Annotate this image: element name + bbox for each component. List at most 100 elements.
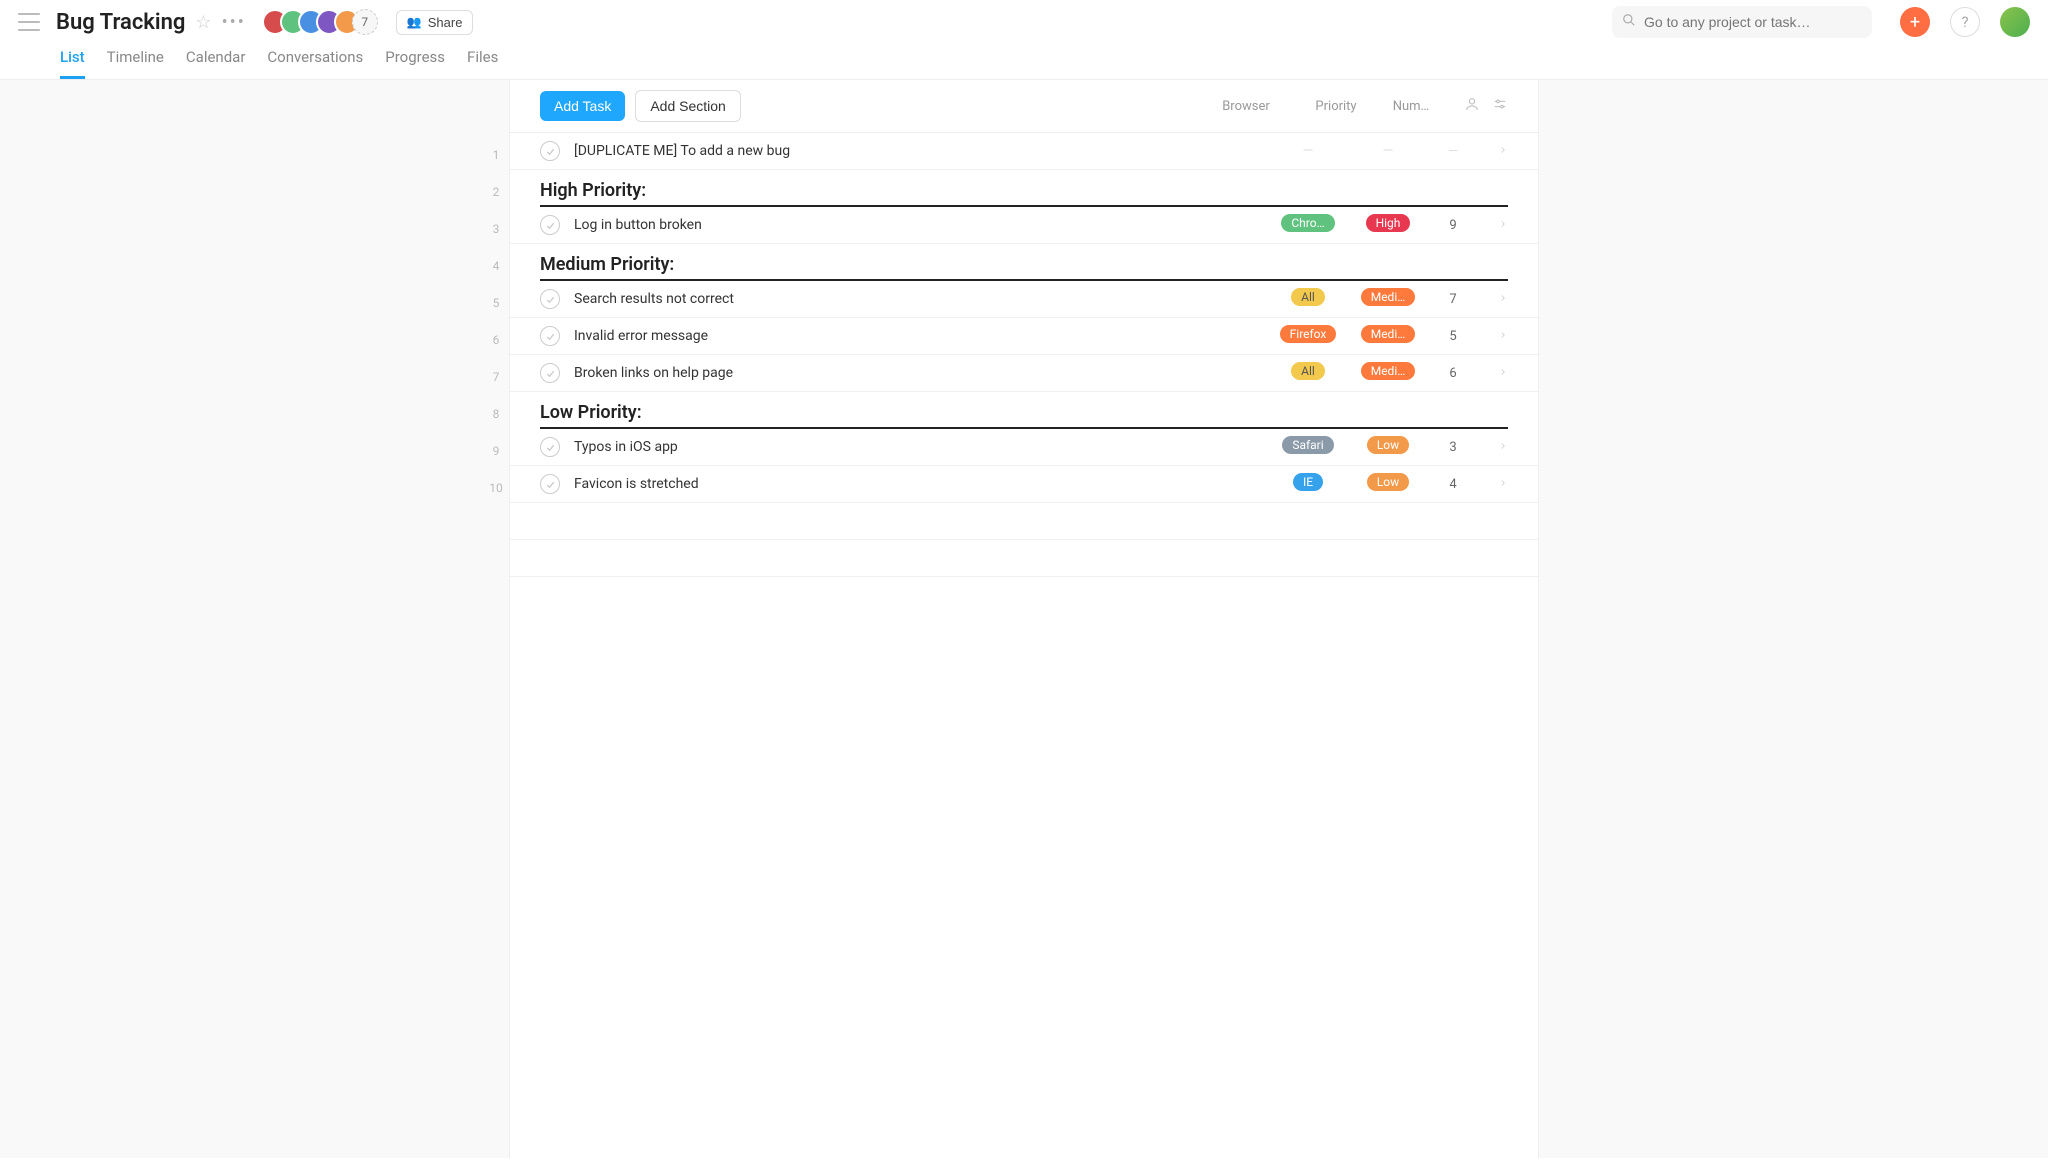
cell-browser[interactable]: All	[1268, 362, 1348, 384]
empty-row[interactable]	[510, 540, 1538, 577]
column-header-priority[interactable]: Priority	[1296, 99, 1376, 114]
cell-priority[interactable]: High	[1348, 214, 1428, 236]
tab-conversations[interactable]: Conversations	[267, 48, 363, 79]
cell-number[interactable]: 4	[1428, 477, 1478, 492]
priority-pill: Low	[1367, 436, 1409, 454]
member-avatars[interactable]: 7	[262, 9, 378, 35]
cell-priority[interactable]: Medi…	[1348, 325, 1428, 347]
empty-value: —	[1303, 143, 1314, 159]
current-user-avatar[interactable]	[2000, 7, 2030, 37]
cell-browser[interactable]: IE	[1268, 473, 1348, 495]
open-task-details-icon[interactable]	[1478, 365, 1508, 381]
open-task-details-icon[interactable]	[1478, 217, 1508, 233]
help-button[interactable]: ?	[1950, 7, 1980, 37]
section-title[interactable]: Medium Priority:	[540, 254, 1508, 281]
complete-task-checkbox[interactable]	[540, 437, 560, 457]
tab-list[interactable]: List	[60, 48, 85, 79]
task-row[interactable]: Invalid error messageFirefox Medi… 5	[510, 318, 1538, 355]
task-row[interactable]: Log in button broken Chro… High9	[510, 207, 1538, 244]
task-name[interactable]: [DUPLICATE ME] To add a new bug	[574, 143, 1268, 159]
cell-priority[interactable]: Medi…	[1348, 288, 1428, 310]
member-overflow-count[interactable]: 7	[352, 9, 378, 35]
section-row: Medium Priority:	[510, 244, 1538, 281]
filter-settings-icon[interactable]	[1492, 96, 1508, 116]
tab-calendar[interactable]: Calendar	[186, 48, 246, 79]
row-number-gutter: 12345678910	[482, 136, 510, 506]
empty-value: —	[1448, 144, 1458, 159]
cell-number[interactable]: 7	[1428, 292, 1478, 307]
task-row[interactable]: Broken links on help page All Medi… 6	[510, 355, 1538, 392]
open-task-details-icon[interactable]	[1478, 291, 1508, 307]
column-header-browser[interactable]: Browser	[1206, 99, 1286, 114]
star-icon[interactable]: ☆	[195, 12, 211, 33]
tab-timeline[interactable]: Timeline	[107, 48, 164, 79]
people-icon: 👥	[407, 15, 422, 29]
complete-task-checkbox[interactable]	[540, 215, 560, 235]
task-name[interactable]: Favicon is stretched	[574, 476, 1268, 492]
task-row[interactable]: [DUPLICATE ME] To add a new bug — — —	[510, 133, 1538, 170]
add-task-button[interactable]: Add Task	[540, 91, 625, 121]
open-task-details-icon[interactable]	[1478, 143, 1508, 159]
cell-browser[interactable]: Safari	[1268, 436, 1348, 458]
task-name[interactable]: Broken links on help page	[574, 365, 1268, 381]
browser-pill: IE	[1293, 473, 1323, 491]
task-name[interactable]: Invalid error message	[574, 328, 1268, 344]
cell-number[interactable]: —	[1428, 144, 1478, 159]
row-number: 6	[482, 321, 510, 358]
task-row[interactable]: Typos in iOS appSafari Low 3	[510, 429, 1538, 466]
row-number: 7	[482, 358, 510, 395]
column-header-number[interactable]: Num…	[1386, 99, 1436, 114]
cell-priority[interactable]: —	[1348, 143, 1428, 159]
complete-task-checkbox[interactable]	[540, 141, 560, 161]
priority-pill: Medi…	[1361, 325, 1416, 343]
cell-browser[interactable]: All	[1268, 288, 1348, 310]
browser-pill: Chro…	[1281, 214, 1334, 232]
task-name[interactable]: Search results not correct	[574, 291, 1268, 307]
section-title[interactable]: Low Priority:	[540, 402, 1508, 429]
cell-number[interactable]: 5	[1428, 329, 1478, 344]
cell-priority[interactable]: Low	[1348, 436, 1428, 458]
add-section-button[interactable]: Add Section	[635, 90, 741, 122]
browser-pill: All	[1291, 288, 1325, 306]
task-name[interactable]: Log in button broken	[574, 217, 1268, 233]
row-number: 10	[482, 469, 510, 506]
complete-task-checkbox[interactable]	[540, 363, 560, 383]
section-row: High Priority:	[510, 170, 1538, 207]
priority-pill: Medi…	[1361, 288, 1416, 306]
search-icon	[1622, 13, 1636, 31]
person-filter-icon[interactable]	[1464, 96, 1480, 116]
tab-progress[interactable]: Progress	[385, 48, 445, 79]
hamburger-menu-icon[interactable]	[18, 13, 40, 31]
search-input[interactable]	[1612, 6, 1872, 38]
empty-row[interactable]	[510, 503, 1538, 540]
cell-number[interactable]: 6	[1428, 366, 1478, 381]
row-number: 3	[482, 210, 510, 247]
task-row[interactable]: Favicon is stretched IE Low4	[510, 466, 1538, 503]
task-name[interactable]: Typos in iOS app	[574, 439, 1268, 455]
section-row: Low Priority:	[510, 392, 1538, 429]
task-row[interactable]: Search results not correct All Medi… 7	[510, 281, 1538, 318]
cell-number[interactable]: 3	[1428, 440, 1478, 455]
complete-task-checkbox[interactable]	[540, 326, 560, 346]
row-number: 1	[482, 136, 510, 173]
open-task-details-icon[interactable]	[1478, 328, 1508, 344]
tab-files[interactable]: Files	[467, 48, 498, 79]
cell-number[interactable]: 9	[1428, 218, 1478, 233]
more-actions-icon[interactable]: •••	[222, 12, 246, 33]
open-task-details-icon[interactable]	[1478, 476, 1508, 492]
cell-priority[interactable]: Medi…	[1348, 362, 1428, 384]
share-button[interactable]: 👥 Share	[396, 10, 474, 35]
browser-pill: All	[1291, 362, 1325, 380]
cell-browser[interactable]: —	[1268, 143, 1348, 159]
cell-priority[interactable]: Low	[1348, 473, 1428, 495]
cell-browser[interactable]: Chro…	[1268, 214, 1348, 236]
cell-browser[interactable]: Firefox	[1268, 325, 1348, 347]
complete-task-checkbox[interactable]	[540, 474, 560, 494]
complete-task-checkbox[interactable]	[540, 289, 560, 309]
project-title[interactable]: Bug Tracking	[56, 10, 185, 35]
row-number: 8	[482, 395, 510, 432]
global-add-button[interactable]: +	[1900, 7, 1930, 37]
open-task-details-icon[interactable]	[1478, 439, 1508, 455]
section-title[interactable]: High Priority:	[540, 180, 1508, 207]
priority-pill: Medi…	[1361, 362, 1416, 380]
